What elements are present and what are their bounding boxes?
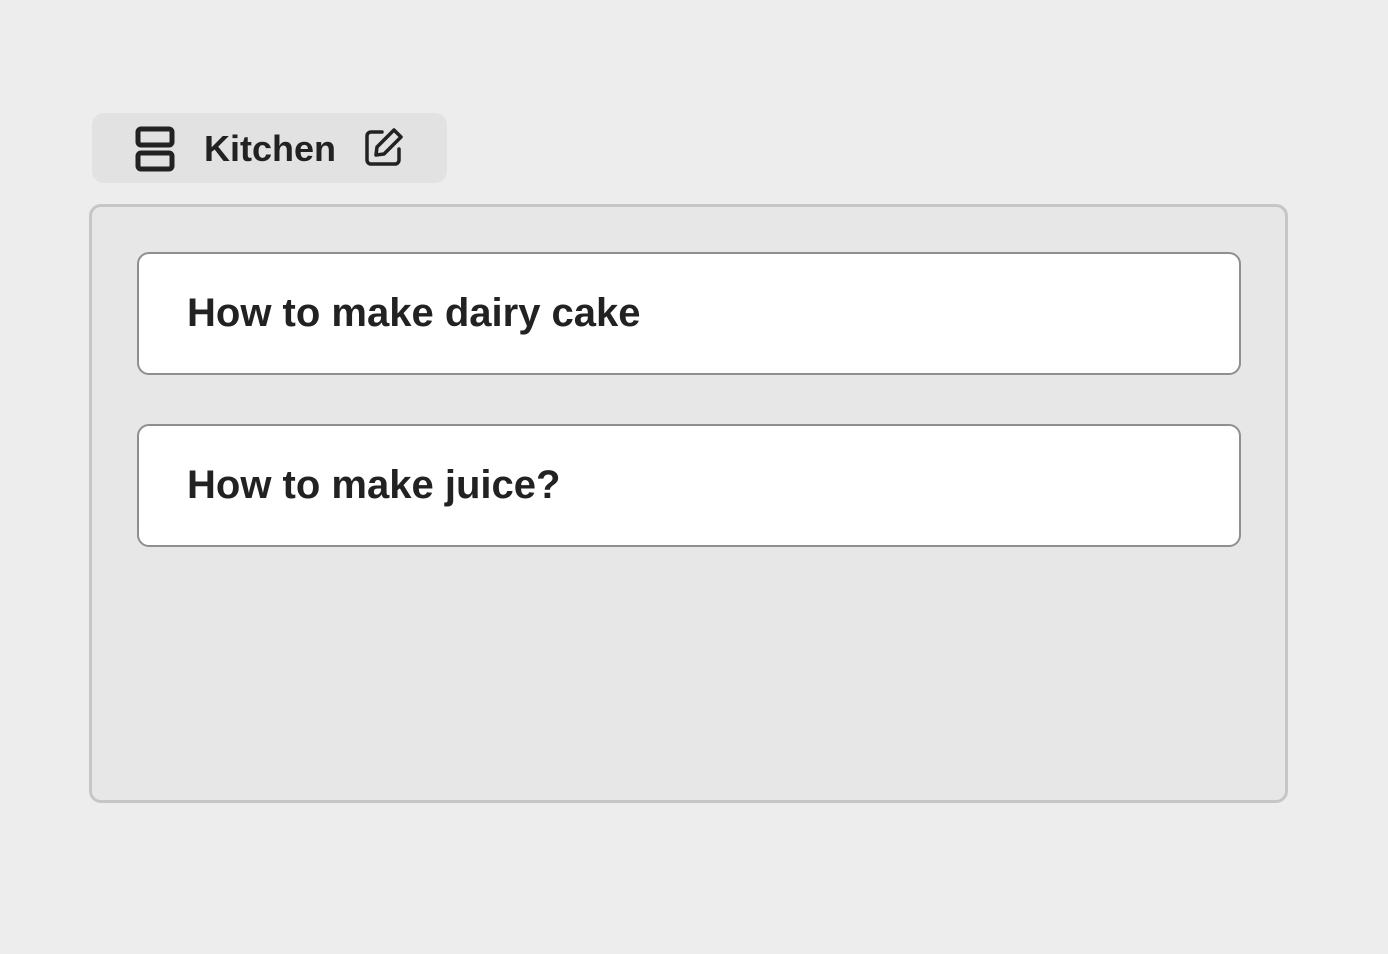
edit-icon: [363, 126, 405, 173]
stack-icon: [135, 126, 175, 172]
list-item-label: How to make juice?: [187, 463, 561, 507]
list-item[interactable]: How to make juice?: [137, 424, 1241, 547]
list-item-label: How to make dairy cake: [187, 291, 641, 335]
group-title: Kitchen: [204, 128, 337, 169]
list-item[interactable]: How to make dairy cake: [137, 252, 1241, 375]
group-panel: How to make dairy cake How to make juice…: [89, 204, 1288, 803]
group-header: Kitchen: [92, 113, 447, 183]
edit-title-button[interactable]: [362, 127, 406, 171]
